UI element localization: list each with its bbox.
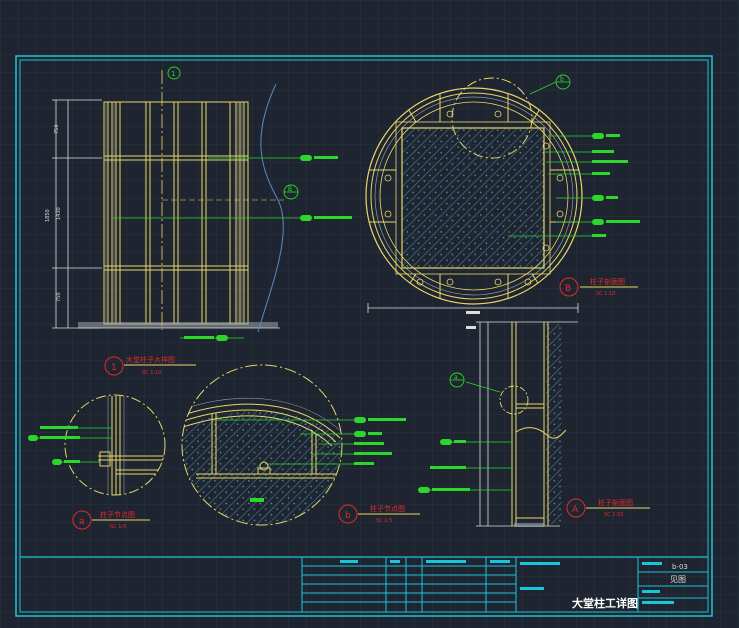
elevation-view-number: 1 <box>111 363 117 373</box>
elevation-view-scale: SC 1:10 <box>142 370 161 376</box>
sheet-title: 大堂柱工详图 <box>572 596 638 610</box>
svg-text:1430: 1430 <box>56 207 62 220</box>
sheet-number: b-03 <box>672 563 688 571</box>
side-view-scale: SC 1:10 <box>604 512 623 518</box>
node-b-number: b <box>345 511 351 521</box>
cad-drawing: b-03 见图 大堂柱工详图 750 1850 1430 750 1 B 1 大… <box>0 0 739 628</box>
sheet-subtitle: 见图 <box>670 575 686 584</box>
node-b-title: 柱子节点图 <box>370 504 405 513</box>
plan-view-scale: SC 1:10 <box>596 291 615 297</box>
plan-detail-marker: b <box>560 76 564 83</box>
elevation-axis-marker: 1 <box>171 70 175 78</box>
svg-text:1850: 1850 <box>45 209 51 222</box>
node-a-title: 柱子节点图 <box>100 510 135 519</box>
node-a-scale: SC 1:5 <box>110 524 126 530</box>
side-detail-marker: a <box>454 374 458 381</box>
node-b-scale: SC 1:5 <box>376 518 392 524</box>
model-space-grid <box>0 0 739 628</box>
elevation-cut-marker: B <box>288 186 292 193</box>
side-view-number: A <box>572 505 579 515</box>
svg-text:750: 750 <box>54 124 60 134</box>
node-a-number: a <box>79 517 85 527</box>
svg-text:750: 750 <box>56 292 62 302</box>
plan-view-title: 柱子剖面图 <box>590 277 625 286</box>
plan-view-number: B <box>565 284 571 294</box>
elevation-view-title: 大堂柱子大样图 <box>126 355 175 364</box>
side-view-title: 柱子剖面图 <box>598 498 633 507</box>
